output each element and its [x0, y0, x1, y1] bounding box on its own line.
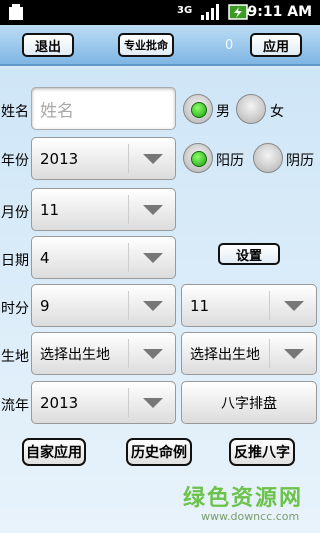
day-spinner[interactable]: 4 [31, 236, 176, 279]
spinner-divider [269, 291, 270, 320]
history-cases-button[interactable]: 历史命例 [126, 438, 192, 466]
year-spinner[interactable]: 2013 [31, 137, 176, 180]
male-radio[interactable] [183, 94, 213, 124]
watermark-brand: 绿色资源网 [183, 486, 304, 511]
chevron-down-icon [143, 348, 163, 359]
month-spinner[interactable]: 11 [31, 188, 176, 231]
status-bar: 3G 9:11 AM [0, 0, 320, 25]
settings-button[interactable]: 设置 [218, 243, 280, 265]
exit-button[interactable]: 退出 [22, 33, 74, 57]
spinner-divider [128, 388, 129, 417]
name-placeholder: 姓名 [40, 101, 74, 121]
notification-icon [8, 3, 24, 25]
chevron-down-icon [143, 300, 163, 311]
chevron-down-icon [143, 204, 163, 215]
pro-reading-button[interactable]: 专业批命 [118, 33, 174, 57]
year-value: 2013 [40, 149, 79, 168]
hour-spinner[interactable]: 9 [31, 284, 176, 327]
birthplace-label: 生地 [1, 349, 29, 365]
lunar-label: 阴历 [286, 153, 314, 169]
count-label: 0 [225, 38, 234, 53]
reverse-bazi-button[interactable]: 反推八字 [229, 438, 295, 466]
toolbar: 退出 专业批命 0 应用 [0, 25, 320, 66]
name-label: 姓名 [1, 104, 29, 120]
spinner-divider [128, 243, 129, 272]
city-value: 选择出生地 [190, 346, 260, 363]
minute-spinner[interactable]: 11 [181, 284, 317, 327]
flow-year-label: 流年 [1, 398, 29, 414]
lunar-radio[interactable] [253, 143, 283, 173]
flow-year-value: 2013 [40, 393, 79, 412]
name-input[interactable]: 姓名 [31, 87, 176, 130]
year-label: 年份 [1, 153, 29, 169]
time-label: 时分 [1, 301, 29, 317]
watermark-url: www.downcc.com [201, 510, 300, 523]
flow-year-spinner[interactable]: 2013 [31, 381, 176, 424]
spinner-divider [269, 339, 270, 368]
own-apps-button[interactable]: 自家应用 [22, 438, 86, 466]
solar-radio[interactable] [183, 143, 213, 173]
month-label: 月份 [1, 205, 29, 221]
chevron-down-icon [284, 348, 304, 359]
network-3g-icon: 3G [177, 5, 193, 16]
minute-value: 11 [190, 296, 210, 315]
spinner-divider [128, 195, 129, 224]
day-label: 日期 [1, 253, 29, 269]
month-value: 11 [40, 200, 60, 219]
male-label: 男 [216, 104, 230, 120]
solar-label: 阳历 [216, 153, 244, 169]
female-label: 女 [270, 104, 284, 120]
province-spinner[interactable]: 选择出生地 [31, 332, 176, 375]
clock: 9:11 AM [247, 4, 312, 20]
day-value: 4 [40, 248, 50, 267]
spinner-divider [128, 144, 129, 173]
spinner-divider [128, 339, 129, 368]
hour-value: 9 [40, 296, 50, 315]
signal-icon [200, 3, 220, 25]
city-spinner[interactable]: 选择出生地 [181, 332, 317, 375]
chevron-down-icon [143, 252, 163, 263]
bazi-chart-button[interactable]: 八字排盘 [181, 381, 317, 424]
chevron-down-icon [284, 300, 304, 311]
spinner-divider [128, 291, 129, 320]
apply-button[interactable]: 应用 [250, 33, 302, 57]
female-radio[interactable] [236, 94, 266, 124]
chevron-down-icon [143, 153, 163, 164]
watermark: 绿色资源网 www.downcc.com [183, 480, 313, 523]
province-value: 选择出生地 [40, 346, 110, 363]
chevron-down-icon [143, 397, 163, 408]
